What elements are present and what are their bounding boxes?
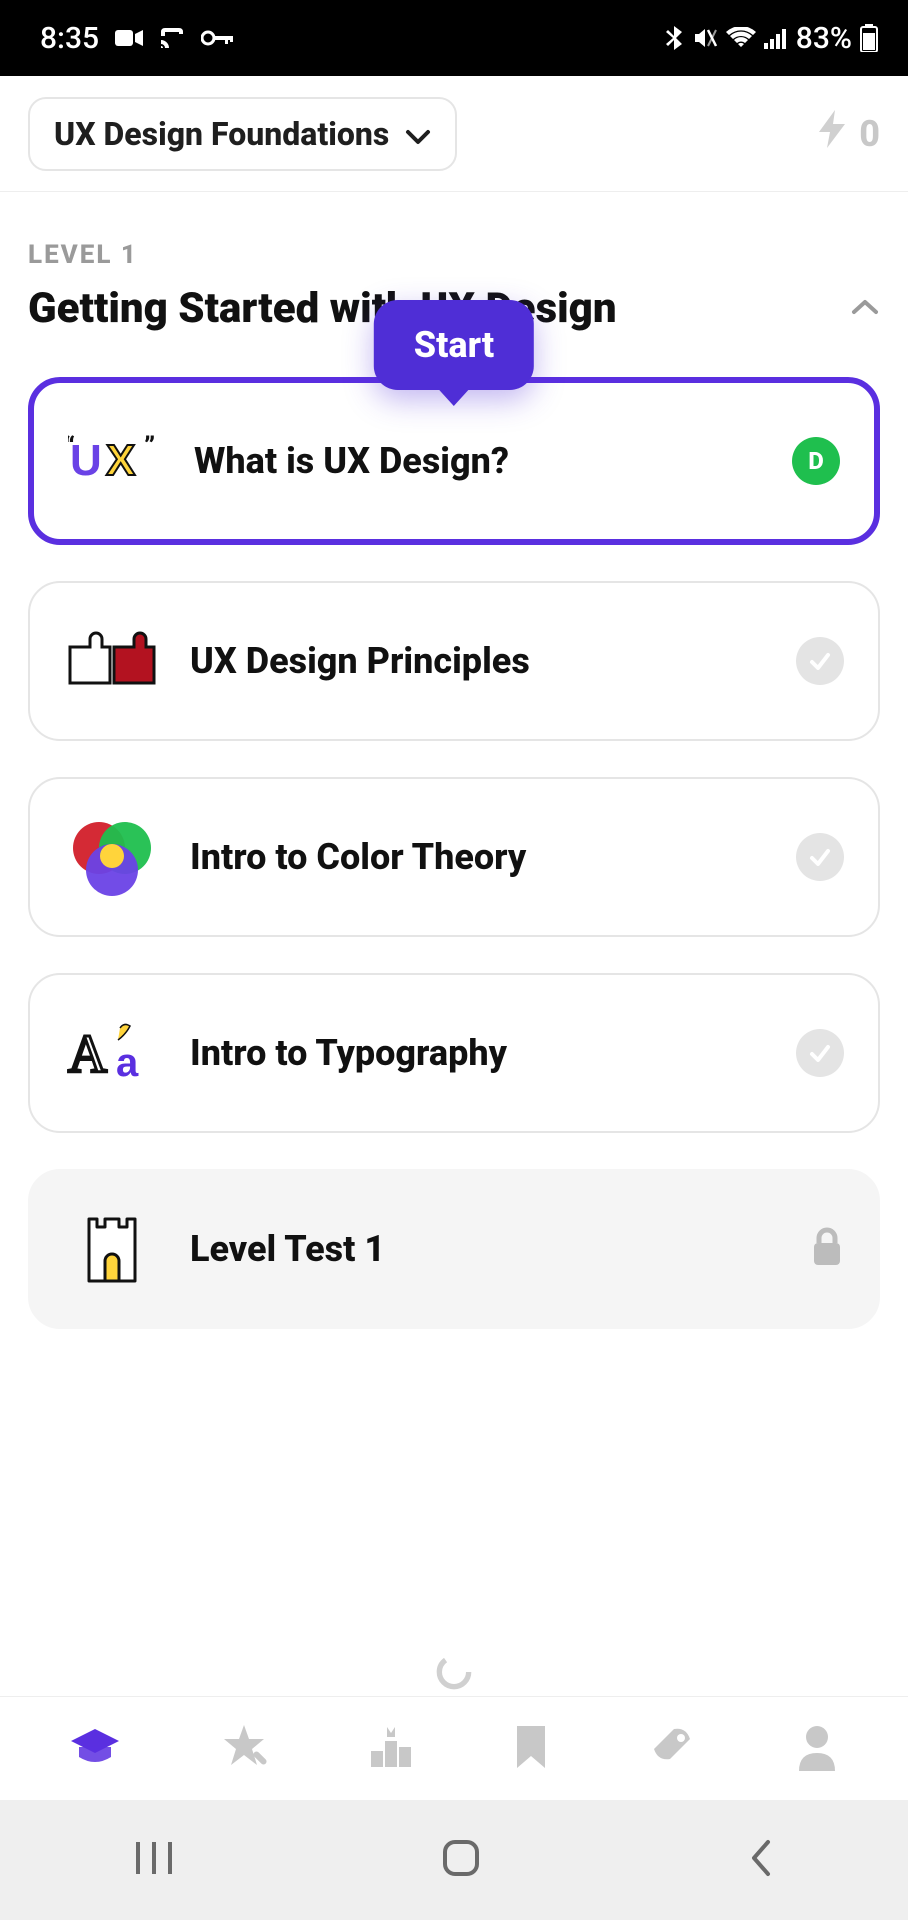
streak-indicator[interactable]: 0	[815, 108, 880, 159]
battery-percentage: 83%	[796, 21, 852, 56]
lesson-card-color-theory[interactable]: Intro to Color Theory	[28, 777, 880, 937]
venn-color-icon	[64, 819, 160, 895]
check-icon	[796, 833, 844, 881]
tab-bookmarks[interactable]	[511, 1722, 551, 1776]
start-tooltip[interactable]: Start	[374, 300, 534, 390]
status-time: 8:35	[40, 21, 99, 56]
tab-profile[interactable]	[793, 1721, 841, 1777]
lightning-icon	[815, 108, 849, 159]
difficulty-badge: D	[792, 437, 840, 485]
level-label: LEVEL 1	[28, 240, 880, 270]
tab-learn[interactable]	[67, 1725, 123, 1773]
lesson-list: U X “ ” What is UX Design? D UX Design P…	[28, 377, 880, 1329]
nav-home[interactable]	[439, 1836, 483, 1884]
nav-back[interactable]	[746, 1836, 776, 1884]
tab-leaderboard[interactable]	[365, 1721, 417, 1777]
lock-icon	[810, 1227, 844, 1271]
cast-icon	[159, 28, 185, 48]
key-icon	[201, 30, 233, 46]
lesson-title: Intro to Typography	[190, 1032, 766, 1074]
start-button[interactable]: Start	[374, 300, 534, 390]
tab-shop[interactable]	[646, 1721, 698, 1777]
video-icon	[115, 28, 143, 48]
puzzle-icon	[64, 623, 160, 699]
castle-icon	[64, 1211, 160, 1287]
lesson-title: Intro to Color Theory	[190, 836, 766, 878]
svg-text:”: ”	[144, 432, 155, 462]
check-icon	[796, 1029, 844, 1077]
ux-icon: U X “ ”	[68, 423, 164, 499]
lesson-title: What is UX Design?	[194, 440, 762, 482]
bottom-tab-bar	[0, 1696, 908, 1800]
check-icon	[796, 637, 844, 685]
lesson-card-typography[interactable]: A a Intro to Typography	[28, 973, 880, 1133]
android-status-bar: 8:35 83%	[0, 0, 908, 76]
loading-spinner	[424, 1652, 484, 1696]
streak-count: 0	[859, 113, 880, 155]
status-left: 8:35	[40, 21, 233, 56]
cell-signal-icon	[764, 27, 788, 49]
lesson-card-level-test[interactable]: Level Test 1	[28, 1169, 880, 1329]
lesson-title: UX Design Principles	[190, 640, 766, 682]
wifi-icon	[726, 27, 756, 49]
svg-text:a: a	[116, 1041, 139, 1085]
tab-practice[interactable]	[218, 1721, 270, 1777]
battery-icon	[860, 24, 878, 52]
course-title: UX Design Foundations	[54, 115, 389, 153]
mute-vibrate-icon	[692, 25, 718, 51]
bluetooth-icon	[666, 24, 684, 52]
app-header: UX Design Foundations 0	[0, 76, 908, 192]
lesson-card-principles[interactable]: UX Design Principles	[28, 581, 880, 741]
nav-recents[interactable]	[132, 1838, 176, 1882]
lesson-title: Level Test 1	[190, 1228, 780, 1270]
chevron-up-icon[interactable]	[850, 298, 880, 320]
svg-text:A: A	[68, 1024, 107, 1084]
chevron-down-icon	[405, 115, 431, 153]
svg-text:X: X	[106, 436, 135, 485]
course-selector-dropdown[interactable]: UX Design Foundations	[28, 97, 457, 171]
android-nav-bar	[0, 1800, 908, 1920]
svg-text:“: “	[68, 432, 75, 462]
status-right: 83%	[666, 21, 878, 56]
typography-icon: A a	[64, 1015, 160, 1091]
